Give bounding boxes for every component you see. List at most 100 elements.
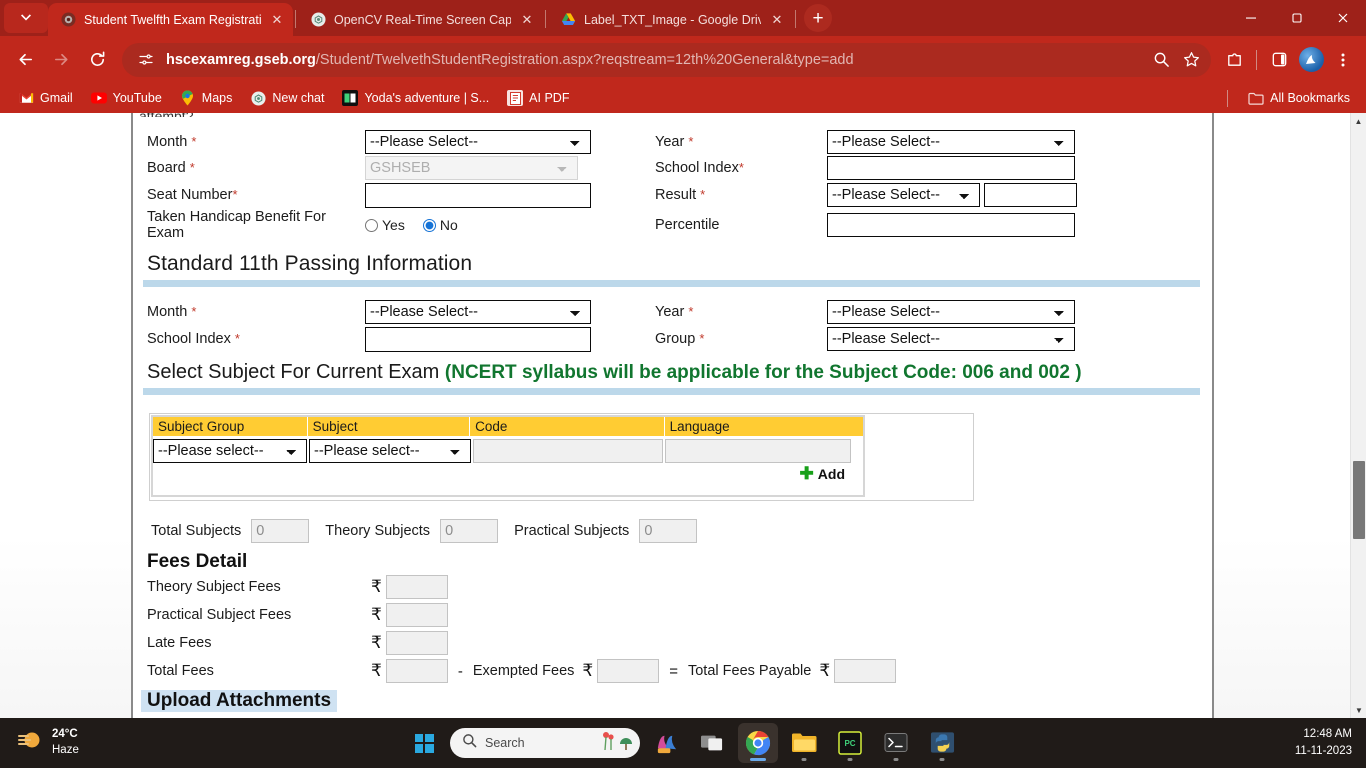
- haze-icon: [18, 729, 44, 758]
- tab-search-button[interactable]: [4, 3, 48, 33]
- youtube-icon: [90, 90, 107, 106]
- std11-month-select[interactable]: --Please Select--: [365, 300, 591, 324]
- year-select[interactable]: --Please Select--: [827, 130, 1075, 154]
- bookmark-new-chat[interactable]: New chat: [242, 87, 332, 109]
- bookmark-ai-pdf[interactable]: AI PDF: [499, 87, 577, 109]
- bookmark-gmail[interactable]: Gmail: [10, 87, 81, 109]
- handicap-yes-label[interactable]: Yes: [382, 217, 405, 233]
- taskbar-app-file-explorer[interactable]: [784, 723, 824, 763]
- school-index-input[interactable]: [827, 156, 1075, 180]
- exempted-fees-input[interactable]: [597, 659, 660, 683]
- seat-number-input[interactable]: [365, 182, 591, 208]
- close-icon[interactable]: ✕: [269, 12, 285, 28]
- taskbar-clock[interactable]: 12:48 AM 11-11-2023: [1295, 726, 1352, 759]
- board-select[interactable]: GSHSEB: [365, 156, 578, 180]
- taskbar-app-chrome[interactable]: [738, 723, 778, 763]
- label-percentile: Percentile: [655, 217, 720, 233]
- handicap-no-radio[interactable]: [422, 218, 436, 232]
- late-fees-input[interactable]: [385, 631, 448, 655]
- total-fees-payable-input[interactable]: [834, 659, 897, 683]
- back-button[interactable]: [8, 43, 42, 77]
- address-bar[interactable]: hscexamreg.gseb.org/Student/TwelvethStud…: [122, 42, 1211, 77]
- browser-toolbar: hscexamreg.gseb.org/Student/TwelvethStud…: [0, 36, 1366, 83]
- taskbar-app-copilot[interactable]: [646, 723, 686, 763]
- add-button-label: Add: [817, 465, 845, 482]
- all-bookmarks-button[interactable]: All Bookmarks: [1240, 87, 1358, 109]
- tab-divider: [295, 10, 296, 28]
- scrollbar-thumb[interactable]: [1353, 461, 1365, 539]
- close-window-button[interactable]: [1320, 0, 1366, 36]
- percentile-input[interactable]: [827, 213, 1075, 237]
- bookmark-label: YouTube: [112, 91, 162, 105]
- new-tab-button[interactable]: +: [804, 4, 832, 32]
- side-panel-icon[interactable]: [1264, 45, 1294, 75]
- field-month: --Please Select--: [365, 130, 655, 154]
- scroll-down-arrow[interactable]: ▼: [1351, 702, 1366, 718]
- subject-group-select[interactable]: --Please select--: [153, 438, 307, 463]
- practical-fees-input[interactable]: [385, 603, 448, 627]
- tab-label-txt-image-google-drive[interactable]: Label_TXT_Image - Google Driv ✕: [548, 3, 793, 36]
- theory-fees-input[interactable]: [385, 575, 448, 599]
- tab-student-exam-registration[interactable]: Student Twelfth Exam Registrati ✕: [48, 3, 293, 36]
- profile-avatar[interactable]: [1296, 45, 1326, 75]
- result-value-input[interactable]: [984, 183, 1077, 207]
- arrow-left-icon: [18, 53, 32, 66]
- month-select[interactable]: --Please Select--: [365, 130, 591, 154]
- tune-icon[interactable]: [136, 50, 156, 70]
- reload-button[interactable]: [80, 43, 114, 77]
- taskbar-task-view[interactable]: [692, 723, 732, 763]
- required-mark: *: [688, 304, 694, 319]
- taskbar-search[interactable]: Search: [450, 728, 640, 758]
- tab-opencv-screen-capture[interactable]: OpenCV Real-Time Screen Capt ✕: [298, 3, 543, 36]
- extensions-icon[interactable]: [1219, 45, 1249, 75]
- pdf-icon: [507, 90, 524, 106]
- bookmark-yodas-adventure[interactable]: Yoda's adventure | S...: [334, 87, 497, 109]
- attempt-section: Month * --Please Select-- Year * --Pleas…: [141, 113, 1204, 241]
- rupee-icon: ₹: [582, 661, 594, 680]
- bookmark-maps[interactable]: Maps: [172, 87, 241, 109]
- subject-language-input[interactable]: [665, 438, 851, 463]
- equals-operator: =: [669, 662, 678, 680]
- start-button[interactable]: [404, 723, 444, 763]
- window-controls: [1228, 0, 1366, 36]
- rupee-icon: ₹: [371, 577, 382, 596]
- std11-group-select[interactable]: --Please Select--: [827, 327, 1075, 351]
- subject-select[interactable]: --Please select--: [309, 438, 471, 463]
- add-subject-button[interactable]: ✚ Add: [800, 465, 845, 482]
- row-board-schoolindex: Board * GSHSEB School Index*: [141, 155, 1204, 181]
- taskbar-app-terminal[interactable]: [876, 723, 916, 763]
- theory-subjects-input[interactable]: [440, 519, 499, 543]
- practical-subjects-input[interactable]: [639, 519, 698, 543]
- row-seatnumber-result: Seat Number* Result * --Please Select--: [141, 181, 1204, 209]
- minimize-button[interactable]: [1228, 0, 1274, 36]
- total-subjects-input[interactable]: [251, 519, 310, 543]
- menu-kebab-icon[interactable]: [1328, 45, 1358, 75]
- arrow-right-icon: [54, 53, 68, 66]
- rupee-icon: ₹: [371, 605, 382, 624]
- star-icon[interactable]: [1181, 50, 1201, 70]
- total-fees-input[interactable]: [385, 659, 448, 683]
- result-select[interactable]: --Please Select--: [827, 183, 980, 207]
- required-mark: *: [700, 187, 706, 202]
- forward-button[interactable]: [44, 43, 78, 77]
- taskbar-app-pycharm[interactable]: PC: [830, 723, 870, 763]
- std11-year-select[interactable]: --Please Select--: [827, 300, 1075, 324]
- subject-code-input[interactable]: [473, 438, 663, 463]
- page-scrollbar[interactable]: ▲ ▼: [1350, 113, 1366, 718]
- svg-text:PC: PC: [844, 739, 855, 748]
- select-subject-label: Select Subject For Current Exam: [147, 361, 445, 383]
- handicap-no-label[interactable]: No: [440, 217, 458, 233]
- handicap-radio-group: Yes No: [365, 217, 655, 233]
- section-title-upload-attachments: Upload Attachments: [141, 690, 338, 712]
- close-icon[interactable]: ✕: [769, 12, 785, 28]
- std11-school-index-input[interactable]: [365, 326, 591, 352]
- rupee-icon: ₹: [371, 633, 382, 652]
- handicap-yes-radio[interactable]: [365, 218, 378, 232]
- weather-widget[interactable]: 24°C Haze: [0, 727, 79, 758]
- maximize-button[interactable]: [1274, 0, 1320, 36]
- close-icon[interactable]: ✕: [519, 12, 535, 28]
- scroll-up-arrow[interactable]: ▲: [1351, 113, 1366, 129]
- taskbar-app-python[interactable]: [922, 723, 962, 763]
- bookmark-youtube[interactable]: YouTube: [83, 87, 170, 109]
- search-icon[interactable]: [1151, 50, 1171, 70]
